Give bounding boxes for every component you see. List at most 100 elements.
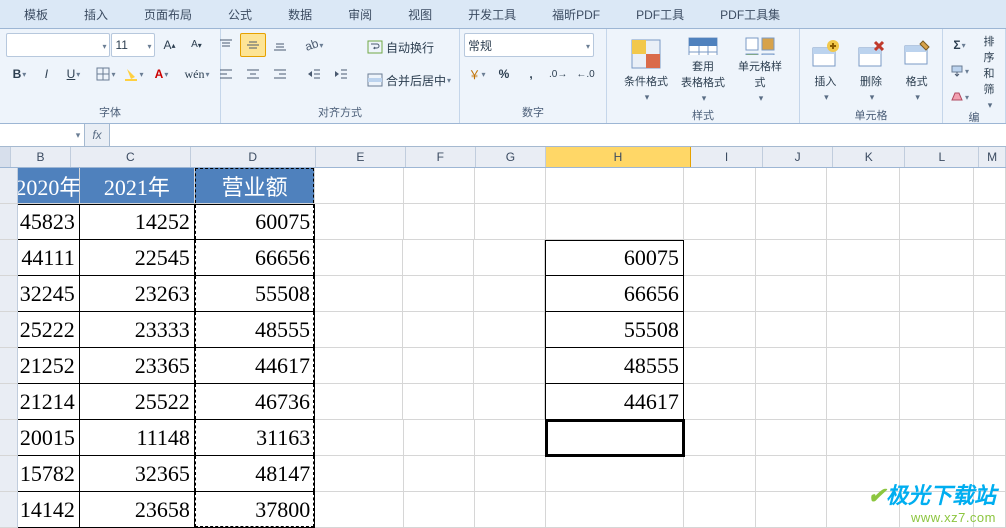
menu-formulas[interactable]: 公式 — [210, 2, 270, 27]
cell-E[interactable] — [315, 168, 404, 204]
cell-I[interactable] — [684, 348, 757, 384]
name-box-dropdown-icon[interactable]: ▾ — [72, 130, 84, 141]
cell-B[interactable]: 20015 — [18, 420, 80, 456]
conditional-formatting-button[interactable]: 条件格式 — [619, 33, 673, 107]
formula-input[interactable] — [110, 124, 1006, 146]
menu-data[interactable]: 数据 — [270, 2, 330, 27]
cell-K[interactable] — [827, 312, 900, 348]
font-size-combo[interactable]: 11 — [111, 33, 155, 57]
cell-M[interactable] — [974, 384, 1006, 420]
cell-G[interactable] — [474, 276, 545, 312]
cell-K[interactable] — [827, 168, 900, 204]
cell-C[interactable]: 2021年 — [80, 168, 195, 204]
bold-button[interactable]: B — [6, 62, 32, 86]
cell-G[interactable] — [474, 384, 545, 420]
cell-J[interactable] — [756, 456, 827, 492]
cell-D[interactable]: 66656 — [195, 240, 315, 276]
cell-L[interactable] — [900, 492, 974, 528]
col-header-G[interactable]: G — [476, 147, 546, 167]
cell-K[interactable] — [827, 276, 900, 312]
underline-button[interactable]: U — [60, 62, 86, 86]
font-color-button[interactable]: A — [149, 62, 175, 86]
cell-M[interactable] — [974, 312, 1006, 348]
cell-D[interactable]: 48555 — [195, 312, 315, 348]
number-format-combo[interactable]: 常规 — [464, 33, 594, 57]
merge-center-button[interactable]: 合并后居中 — [363, 66, 467, 94]
cell-K[interactable] — [827, 204, 900, 240]
column-headers[interactable]: BCDEFGHIJKLM — [0, 147, 1006, 168]
cell-C[interactable]: 25522 — [80, 384, 195, 420]
col-header-K[interactable]: K — [833, 147, 905, 167]
cell-F[interactable] — [403, 312, 474, 348]
percent-button[interactable]: % — [491, 62, 517, 86]
col-header-L[interactable]: L — [905, 147, 979, 167]
cell-sel[interactable] — [0, 240, 18, 276]
cell-E[interactable] — [315, 276, 403, 312]
menu-insert[interactable]: 插入 — [66, 2, 126, 27]
cell-H[interactable] — [546, 492, 684, 528]
cell-J[interactable] — [756, 492, 827, 528]
cell-E[interactable] — [315, 420, 404, 456]
cell-K[interactable] — [827, 456, 900, 492]
fill-color-button[interactable] — [120, 62, 147, 86]
cell-K[interactable] — [827, 420, 900, 456]
col-header-C[interactable]: C — [71, 147, 190, 167]
menu-template[interactable]: 模板 — [6, 2, 66, 27]
cell-G[interactable] — [474, 348, 545, 384]
cell-M[interactable] — [974, 204, 1006, 240]
cell-K[interactable] — [827, 348, 900, 384]
cell-H[interactable]: 55508 — [545, 312, 684, 348]
autosum-button[interactable]: Σ — [946, 33, 973, 57]
cell-I[interactable] — [684, 420, 757, 456]
decrease-decimal-button[interactable]: ←.0 — [572, 62, 598, 86]
cell-H[interactable] — [546, 168, 684, 204]
cell-D[interactable]: 55508 — [195, 276, 315, 312]
cell-F[interactable] — [404, 456, 475, 492]
cell-E[interactable] — [315, 348, 403, 384]
cell-D[interactable]: 营业额 — [195, 168, 315, 204]
cell-G[interactable] — [475, 492, 546, 528]
cell-H[interactable]: 60075 — [545, 240, 684, 276]
menu-developer[interactable]: 开发工具 — [450, 2, 534, 27]
cell-M[interactable] — [974, 276, 1006, 312]
fill-button[interactable] — [946, 59, 973, 83]
col-header-J[interactable]: J — [763, 147, 833, 167]
clear-button[interactable] — [946, 85, 973, 109]
cell-L[interactable] — [900, 276, 974, 312]
cell-K[interactable] — [827, 384, 900, 420]
menu-foxit-pdf[interactable]: 福昕PDF — [534, 2, 618, 27]
cell-sel[interactable] — [0, 420, 18, 456]
cell-L[interactable] — [900, 240, 974, 276]
cell-I[interactable] — [684, 312, 757, 348]
orientation-button[interactable]: ab — [301, 33, 327, 57]
sort-filter-button[interactable]: AZ 排序和筛 — [976, 33, 1002, 107]
cell-B[interactable]: 14142 — [18, 492, 80, 528]
cell-J[interactable] — [756, 384, 827, 420]
cell-C[interactable]: 23658 — [80, 492, 195, 528]
cell-F[interactable] — [404, 168, 475, 204]
name-box[interactable]: ▾ — [0, 124, 85, 146]
cell-L[interactable] — [900, 348, 974, 384]
col-header-F[interactable]: F — [406, 147, 476, 167]
increase-indent-button[interactable] — [328, 62, 354, 86]
cell-G[interactable] — [475, 456, 546, 492]
cell-sel[interactable] — [0, 456, 18, 492]
currency-button[interactable]: ￥ — [464, 62, 490, 86]
cell-J[interactable] — [756, 276, 827, 312]
col-header-B[interactable]: B — [11, 147, 71, 167]
cell-I[interactable] — [684, 204, 757, 240]
cell-G[interactable] — [475, 168, 546, 204]
cell-D[interactable]: 46736 — [195, 384, 315, 420]
cell-M[interactable] — [974, 168, 1006, 204]
cell-H[interactable]: 66656 — [545, 276, 684, 312]
col-header-D[interactable]: D — [191, 147, 316, 167]
cell-C[interactable]: 23263 — [80, 276, 195, 312]
cell-C[interactable]: 23333 — [80, 312, 195, 348]
cell-D[interactable]: 48147 — [195, 456, 315, 492]
comma-button[interactable]: , — [518, 62, 544, 86]
worksheet-area[interactable]: BCDEFGHIJKLM 2020年2021年营业额45823142526007… — [0, 147, 1006, 528]
cell-B[interactable]: 15782 — [18, 456, 80, 492]
cell-K[interactable] — [827, 240, 900, 276]
format-as-table-button[interactable]: 套用 表格格式 — [676, 33, 730, 107]
cell-D[interactable]: 31163 — [195, 420, 315, 456]
